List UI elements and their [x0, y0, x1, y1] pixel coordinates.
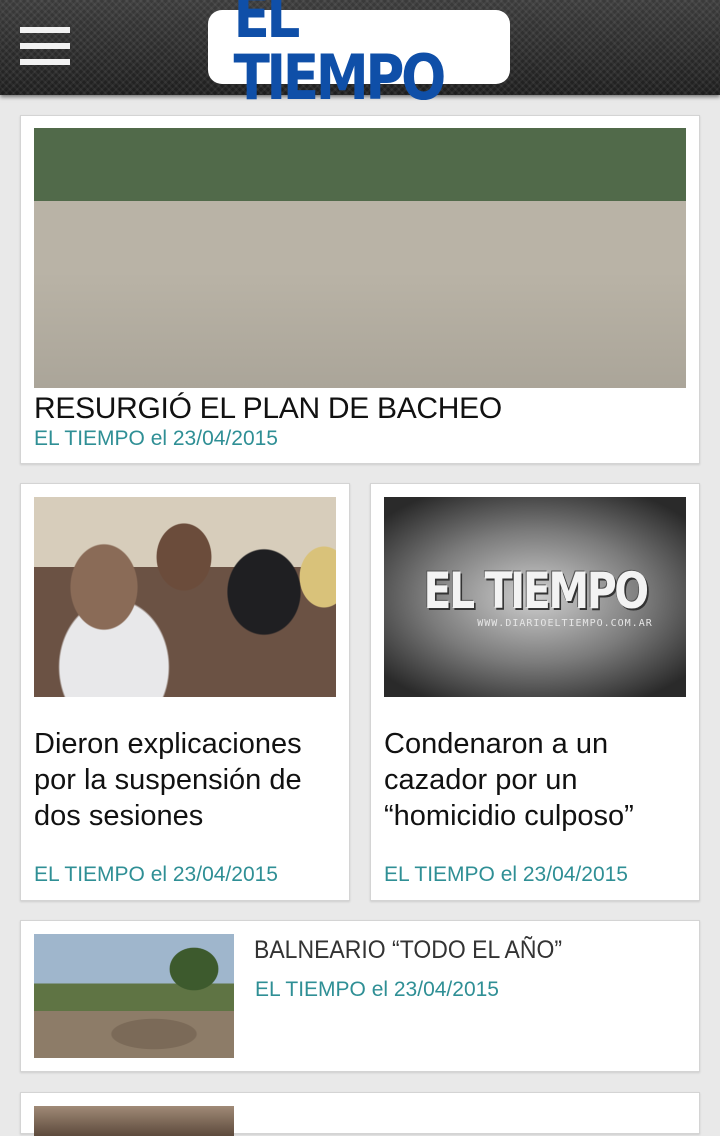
image-logo-text: EL TIEMPO [423, 561, 649, 620]
site-logo[interactable]: EL TIEMPO [208, 0, 510, 109]
article-list-item[interactable]: BALNEARIO “TODO EL AÑO” EL TIEMPO el 23/… [20, 920, 700, 1072]
article-image [34, 128, 686, 388]
article-title: RESURGIÓ EL PLAN DE BACHEO [34, 392, 502, 425]
featured-article-card[interactable]: RESURGIÓ EL PLAN DE BACHEO EL TIEMPO el … [20, 115, 700, 464]
article-card[interactable]: Dieron explicaciones por la suspensión d… [20, 483, 350, 901]
article-card[interactable]: EL TIEMPO WWW.DIARIOELTIEMPO.COM.AR Cond… [370, 483, 700, 901]
hamburger-menu-icon[interactable] [20, 27, 70, 67]
logo-text: EL TIEMPO [233, 0, 485, 109]
article-thumbnail [34, 934, 234, 1058]
app-header: EL TIEMPO [0, 0, 720, 109]
article-image: EL TIEMPO WWW.DIARIOELTIEMPO.COM.AR [384, 497, 686, 697]
menu-line [20, 59, 70, 65]
article-thumbnail [34, 1106, 234, 1136]
article-list-item[interactable] [20, 1092, 700, 1136]
article-byline: EL TIEMPO el 23/04/2015 [384, 863, 628, 886]
article-byline: EL TIEMPO el 23/04/2015 [34, 863, 278, 886]
article-byline: EL TIEMPO el 23/04/2015 [255, 978, 499, 1001]
article-byline: EL TIEMPO el 23/04/2015 [34, 427, 278, 450]
menu-line [20, 27, 70, 33]
article-title: BALNEARIO “TODO EL AÑO” [254, 936, 563, 964]
article-title: Condenaron a un cazador por un “homicidi… [384, 728, 634, 832]
article-title: Dieron explicaciones por la suspensión d… [34, 728, 302, 832]
article-image [34, 497, 336, 697]
menu-line [20, 43, 70, 49]
